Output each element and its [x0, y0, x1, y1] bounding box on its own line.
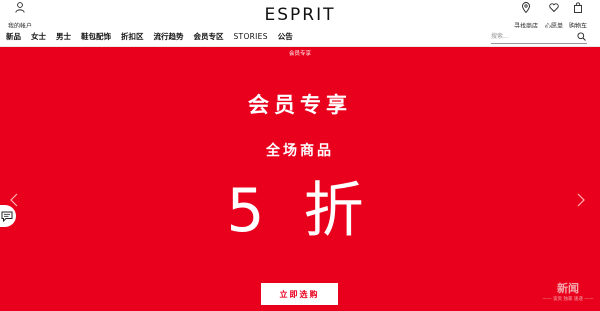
search-input[interactable] [491, 30, 571, 43]
nav-item-members[interactable]: 会员专区 [194, 31, 224, 43]
shop-now-button[interactable]: 立即选购 [261, 283, 338, 305]
banner-tag: 会员专享 [288, 51, 311, 57]
banner-subheadline: 全场商品 [266, 143, 334, 159]
main-nav: 新品 女士 男士 鞋包配饰 折扣区 流行趋势 会员专区 STORIES 公告 [6, 31, 303, 43]
nav-item-trends[interactable]: 流行趋势 [154, 31, 184, 43]
nav-item-men[interactable]: 男士 [56, 31, 71, 43]
nav-item-women[interactable]: 女士 [31, 31, 46, 43]
nav-item-new[interactable]: 新品 [6, 31, 21, 43]
top-bar: 我的帐户 ESPRIT 寻找商店 心愿单 购物车 [0, 0, 600, 30]
esprit-logo[interactable]: ESPRIT [255, 5, 345, 25]
nav-item-announcements[interactable]: 公告 [278, 31, 293, 43]
nav-item-stories[interactable]: STORIES [234, 31, 268, 43]
user-icon [15, 2, 25, 13]
search-box [491, 30, 587, 44]
banner-headline: 会员专享 [248, 93, 352, 117]
news-watermark: 新闻 —— 谈资 独家 速递 —— [540, 280, 596, 302]
nav-item-shoes-bags-accessories[interactable]: 鞋包配饰 [81, 31, 111, 43]
shopping-bag-icon [574, 2, 582, 13]
search-icon[interactable] [577, 32, 586, 41]
hero-banner[interactable]: 会员专享 会员专享 全场商品 5 折 立即选购 新闻 —— 谈资 独家 速递 —… [0, 47, 600, 311]
chat-bubble-icon [1, 211, 13, 222]
location-pin-icon [522, 2, 530, 13]
watermark-subtitle: —— 谈资 独家 速递 —— [542, 297, 594, 302]
watermark-title: 新闻 [557, 282, 579, 295]
chat-button[interactable] [0, 205, 16, 227]
chevron-right-icon[interactable] [576, 193, 586, 207]
chevron-left-icon[interactable] [9, 193, 19, 207]
banner-discount: 5 折 [226, 176, 374, 246]
nav-item-sale[interactable]: 折扣区 [121, 31, 144, 43]
heart-icon [549, 3, 559, 13]
